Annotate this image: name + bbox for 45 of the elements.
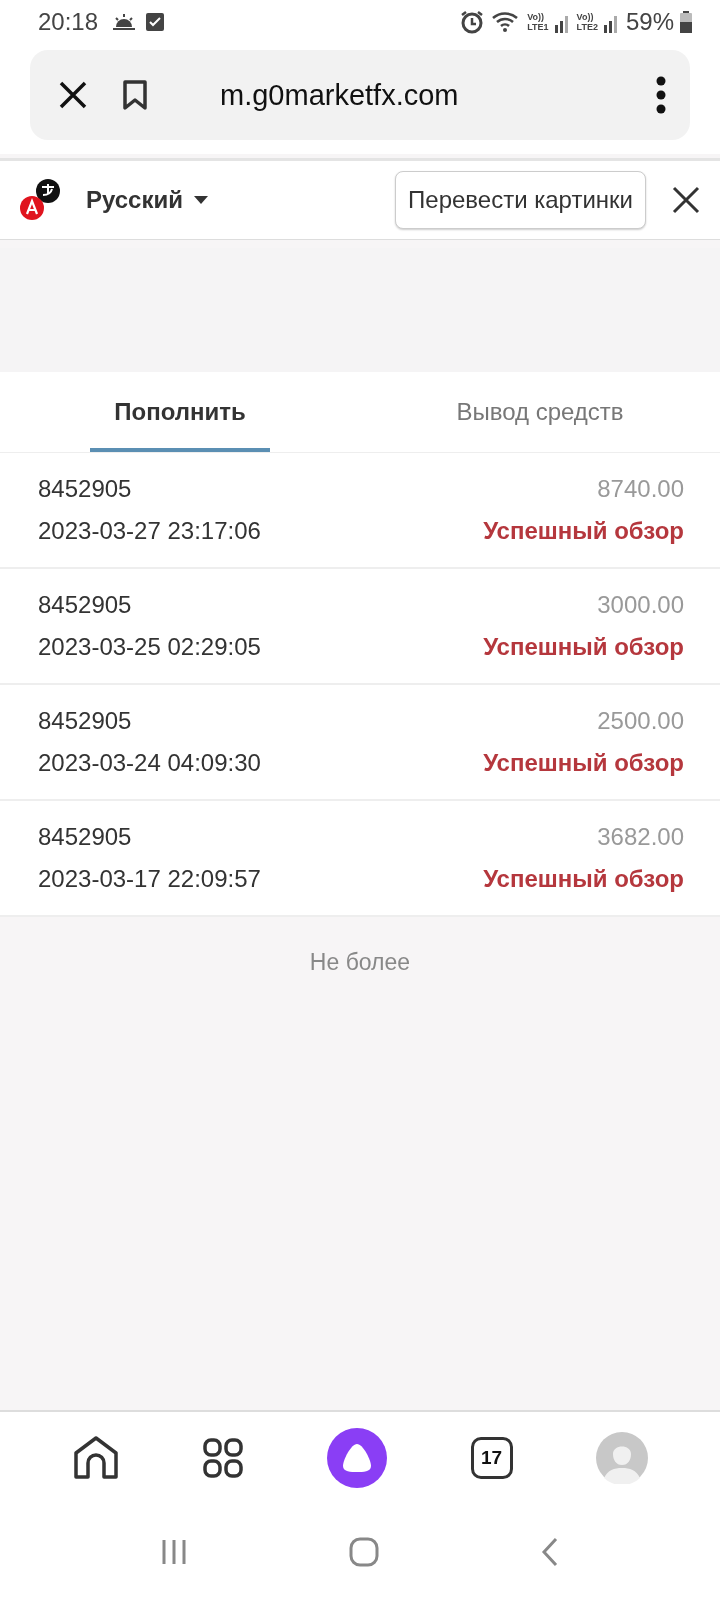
url-text: m.g0marketfx.com	[220, 78, 460, 112]
date-time: 2023-03-25 02:29:05	[38, 633, 262, 661]
battery-percent: 59%	[625, 8, 674, 36]
status-text: Успешный обзор	[483, 749, 684, 777]
home-button-icon[interactable]	[349, 1537, 379, 1567]
weather-icon	[112, 13, 137, 31]
sim-label: LTE2	[576, 22, 598, 32]
close-icon[interactable]	[58, 80, 88, 110]
account-number: 8452905	[38, 707, 133, 735]
checkbox-icon	[146, 13, 165, 31]
account-number: 8452905	[38, 475, 133, 503]
dropdown-caret-icon[interactable]	[193, 195, 209, 205]
amount: 2500.00	[596, 707, 684, 735]
end-of-list-text: Не более	[308, 949, 412, 976]
translate-images-button[interactable]: Перевести картинки	[395, 171, 646, 229]
volte-label: Vo))	[527, 12, 546, 22]
apps-grid-icon[interactable]	[203, 1438, 244, 1478]
date-time: 2023-03-24 04:09:30	[38, 749, 262, 777]
recent-apps-icon[interactable]	[161, 1538, 187, 1566]
address-bar[interactable]: m.g0marketfx.com	[30, 50, 690, 140]
clock-time: 20:18	[38, 8, 99, 36]
status-text: Успешный обзор	[483, 865, 684, 893]
battery-icon	[680, 11, 692, 33]
account-number: 8452905	[38, 591, 133, 619]
date-time: 2023-03-17 22:09:57	[38, 865, 262, 893]
date-time: 2023-03-27 23:17:06	[38, 517, 262, 545]
sim-label: LTE1	[527, 22, 549, 32]
back-icon[interactable]	[541, 1537, 559, 1567]
status-text: Успешный обзор	[483, 633, 684, 661]
account-number: 8452905	[38, 823, 133, 851]
amount: 3000.00	[596, 591, 684, 619]
calendar-button[interactable]: 17	[470, 1437, 513, 1479]
assistant-icon[interactable]	[327, 1428, 387, 1488]
bookmark-icon[interactable]	[122, 80, 148, 110]
language-select[interactable]: Русский	[86, 186, 183, 214]
close-button[interactable]	[672, 186, 700, 214]
tab[interactable]: Вывод средств	[360, 372, 720, 452]
volte-label: Vo))	[576, 12, 595, 22]
amount: 3682.00	[596, 823, 684, 851]
tab[interactable]: Пополнить	[0, 372, 360, 452]
translate-icon	[20, 179, 62, 221]
home-icon[interactable]	[71, 1435, 120, 1481]
menu-icon[interactable]	[656, 76, 666, 114]
amount: 8740.00	[596, 475, 684, 503]
status-text: Успешный обзор	[483, 517, 684, 545]
